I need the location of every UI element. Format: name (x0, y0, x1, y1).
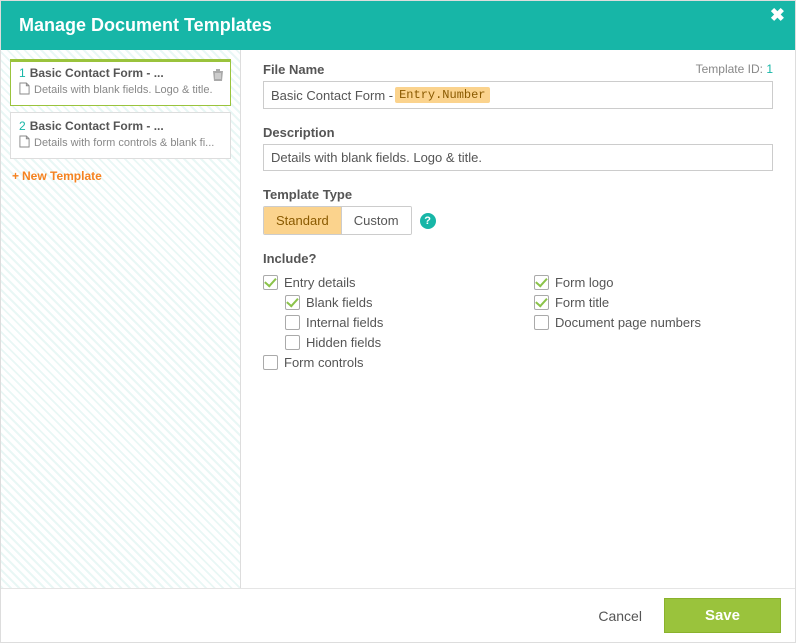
template-id-label: Template ID: (696, 62, 763, 76)
checkbox-label: Form title (555, 295, 609, 310)
modal-body: 1 Basic Contact Form - ... Details with … (1, 50, 795, 588)
new-template-label: New Template (22, 169, 102, 183)
manage-templates-modal: Manage Document Templates ✖ 1 Basic Cont… (0, 0, 796, 643)
modal-footer: Cancel Save (1, 588, 795, 642)
checkbox-label: Form logo (555, 275, 614, 290)
checkbox-entry-details[interactable] (263, 275, 278, 290)
help-icon[interactable]: ? (420, 213, 436, 229)
checkbox-form-controls[interactable] (263, 355, 278, 370)
new-template-button[interactable]: +New Template (10, 165, 231, 187)
document-icon (19, 82, 30, 98)
description-input[interactable] (263, 144, 773, 171)
checkbox-blank-fields[interactable] (285, 295, 300, 310)
template-number: 2 (19, 119, 26, 133)
template-title: Basic Contact Form - ... (30, 119, 164, 133)
modal-header: Manage Document Templates ✖ (1, 1, 795, 50)
checkbox-label: Entry details (284, 275, 356, 290)
save-button[interactable]: Save (664, 598, 781, 633)
template-description: Details with form controls & blank fi... (34, 137, 214, 149)
checkbox-doc-page-numbers[interactable] (534, 315, 549, 330)
template-title: Basic Contact Form - ... (30, 66, 164, 80)
template-id-value: 1 (766, 62, 773, 76)
template-form: Template ID: 1 File Name Basic Contact F… (241, 50, 795, 588)
checkbox-label: Document page numbers (555, 315, 701, 330)
checkbox-label: Hidden fields (306, 335, 381, 350)
checkbox-hidden-fields[interactable] (285, 335, 300, 350)
cancel-button[interactable]: Cancel (592, 600, 648, 632)
description-label: Description (263, 125, 773, 140)
template-sidebar: 1 Basic Contact Form - ... Details with … (1, 50, 241, 588)
plus-icon: + (12, 169, 19, 183)
template-type-toggle: Standard Custom (263, 206, 412, 235)
template-card[interactable]: 1 Basic Contact Form - ... Details with … (10, 59, 231, 106)
template-number: 1 (19, 66, 26, 80)
checkbox-internal-fields[interactable] (285, 315, 300, 330)
trash-icon[interactable] (212, 68, 224, 85)
template-type-label: Template Type (263, 187, 773, 202)
template-description: Details with blank fields. Logo & title. (34, 84, 213, 96)
filename-token: Entry.Number (395, 87, 489, 103)
filename-input[interactable]: Basic Contact Form - Entry.Number (263, 81, 773, 109)
document-icon (19, 135, 30, 151)
type-custom-button[interactable]: Custom (341, 207, 411, 234)
close-icon[interactable]: ✖ (770, 5, 785, 26)
include-label: Include? (263, 251, 773, 266)
checkbox-label: Internal fields (306, 315, 383, 330)
checkbox-label: Form controls (284, 355, 363, 370)
checkbox-form-title[interactable] (534, 295, 549, 310)
checkbox-form-logo[interactable] (534, 275, 549, 290)
checkbox-label: Blank fields (306, 295, 372, 310)
template-id-display: Template ID: 1 (696, 62, 773, 76)
filename-text: Basic Contact Form - (271, 88, 393, 103)
type-standard-button[interactable]: Standard (264, 207, 341, 234)
template-card[interactable]: 2 Basic Contact Form - ... Details with … (10, 112, 231, 159)
modal-title: Manage Document Templates (19, 15, 272, 35)
